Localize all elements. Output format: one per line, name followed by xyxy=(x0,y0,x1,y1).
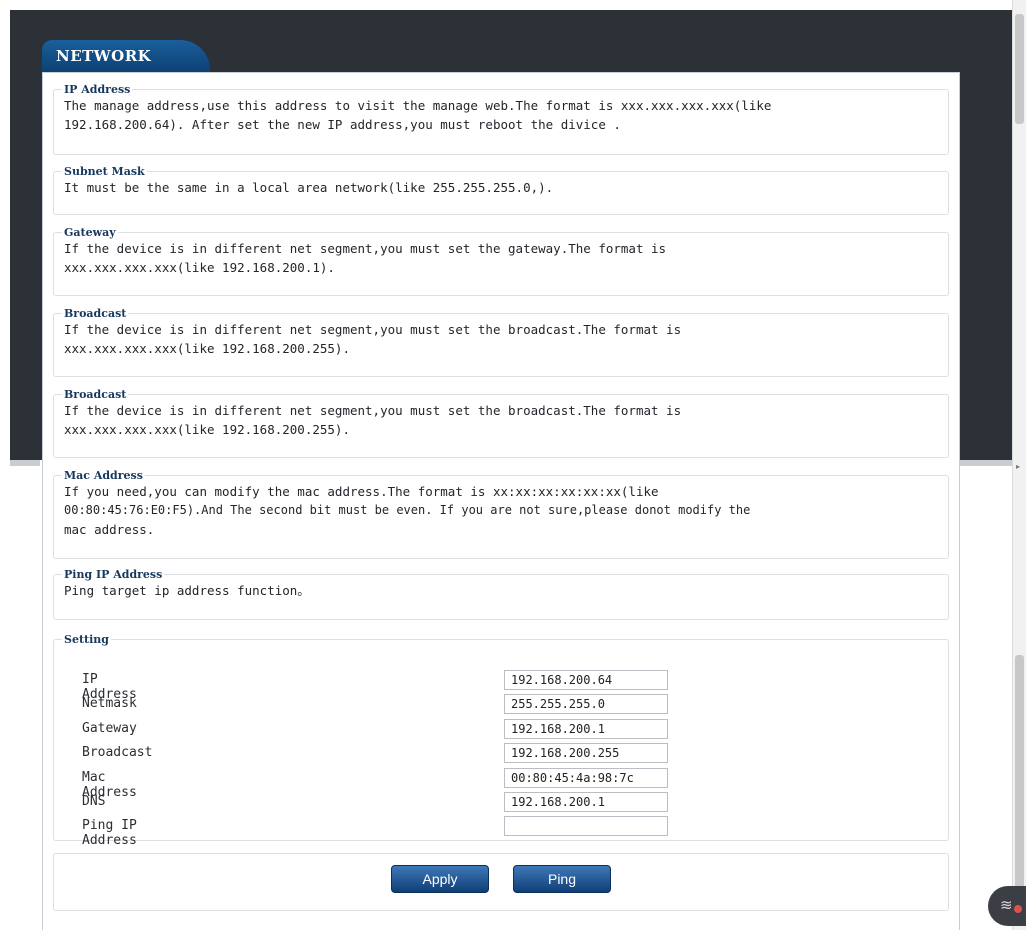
gateway-info-line-1: If the device is in different net segmen… xyxy=(64,241,667,256)
broadcast-input[interactable] xyxy=(504,743,668,763)
dns-label: DNS xyxy=(82,794,106,809)
apply-button[interactable]: Apply xyxy=(391,865,489,893)
setting-group: Setting IP Address Netmask Gateway Broad… xyxy=(53,633,949,848)
netmask-input[interactable] xyxy=(504,694,668,714)
mac-address-info-line-1: If you need,you can modify the mac addre… xyxy=(64,484,659,499)
gateway-info: Gateway If the device is in different ne… xyxy=(53,226,949,296)
wifi-alert-dot xyxy=(1014,905,1022,913)
subnet-mask-info-line-1: It must be the same in a local area netw… xyxy=(64,180,554,195)
gateway-info-line-2: xxx.xxx.xxx.xxx(like 192.168.200.1). xyxy=(64,260,335,275)
ping-ip-label: Ping IP Address xyxy=(82,818,137,848)
network-panel: IP Address The manage address,use this a… xyxy=(42,72,960,930)
netmask-label: Netmask xyxy=(82,696,137,711)
broadcast-info: Broadcast If the device is in different … xyxy=(53,307,949,377)
scrollbar-thumb-upper[interactable] xyxy=(1015,14,1024,124)
ip-address-input[interactable] xyxy=(504,670,668,690)
divider-right xyxy=(960,460,1012,466)
subnet-mask-info-title: Subnet Mask xyxy=(64,165,145,178)
ping-ip-input[interactable] xyxy=(504,816,668,836)
mac-address-info-line-3: mac address. xyxy=(64,522,155,537)
subnet-mask-info: Subnet Mask It must be the same in a loc… xyxy=(53,165,949,215)
dns-input[interactable] xyxy=(504,792,668,812)
mac-address-input[interactable] xyxy=(504,768,668,788)
setting-group-title: Setting xyxy=(64,633,109,646)
tab-network-label: NETWORK xyxy=(56,47,152,65)
action-bar: Apply Ping xyxy=(53,853,949,911)
scroll-arrow-icon[interactable]: ▸ xyxy=(1016,462,1020,471)
ip-address-info-title: IP Address xyxy=(64,83,131,96)
broadcast-info-line-1: If the device is in different net segmen… xyxy=(64,322,682,337)
broadcast-info-secondary-title: Broadcast xyxy=(64,388,127,401)
broadcast-info-line-2: xxx.xxx.xxx.xxx(like 192.168.200.255). xyxy=(64,341,350,356)
ping-ip-info-line-1: Ping target ip address function。 xyxy=(64,583,310,598)
ping-ip-info: Ping IP Address Ping target ip address f… xyxy=(53,568,949,620)
scrollbar-thumb-lower[interactable] xyxy=(1015,655,1024,925)
wifi-icon: ≋ xyxy=(1000,896,1013,914)
ip-address-info-line-1: The manage address,use this address to v… xyxy=(64,98,772,113)
broadcast-info-secondary-line-2: xxx.xxx.xxx.xxx(like 192.168.200.255). xyxy=(64,422,350,437)
vertical-scrollbar[interactable]: ▸ xyxy=(1012,0,1026,930)
mac-address-info-title: Mac Address xyxy=(64,469,143,482)
ping-ip-info-title: Ping IP Address xyxy=(64,568,163,581)
gateway-input[interactable] xyxy=(504,719,668,739)
ping-button[interactable]: Ping xyxy=(513,865,611,893)
gateway-label: Gateway xyxy=(82,721,137,736)
broadcast-info-secondary-line-1: If the device is in different net segmen… xyxy=(64,403,682,418)
broadcast-info-secondary: Broadcast If the device is in different … xyxy=(53,388,949,458)
gateway-info-title: Gateway xyxy=(64,226,116,239)
broadcast-label: Broadcast xyxy=(82,745,153,760)
wifi-status-badge[interactable]: ≋ xyxy=(988,886,1026,926)
divider-left xyxy=(10,460,40,466)
mac-address-info: Mac Address If you need,you can modify t… xyxy=(53,469,949,559)
ip-address-info: IP Address The manage address,use this a… xyxy=(53,83,949,155)
broadcast-info-title: Broadcast xyxy=(64,307,127,320)
tab-network[interactable]: NETWORK xyxy=(42,40,210,76)
mac-address-info-line-2: 00:80:45:76:E0:F5).And The second bit mu… xyxy=(64,503,751,517)
ip-address-info-line-2: 192.168.200.64). After set the new IP ad… xyxy=(64,117,621,132)
